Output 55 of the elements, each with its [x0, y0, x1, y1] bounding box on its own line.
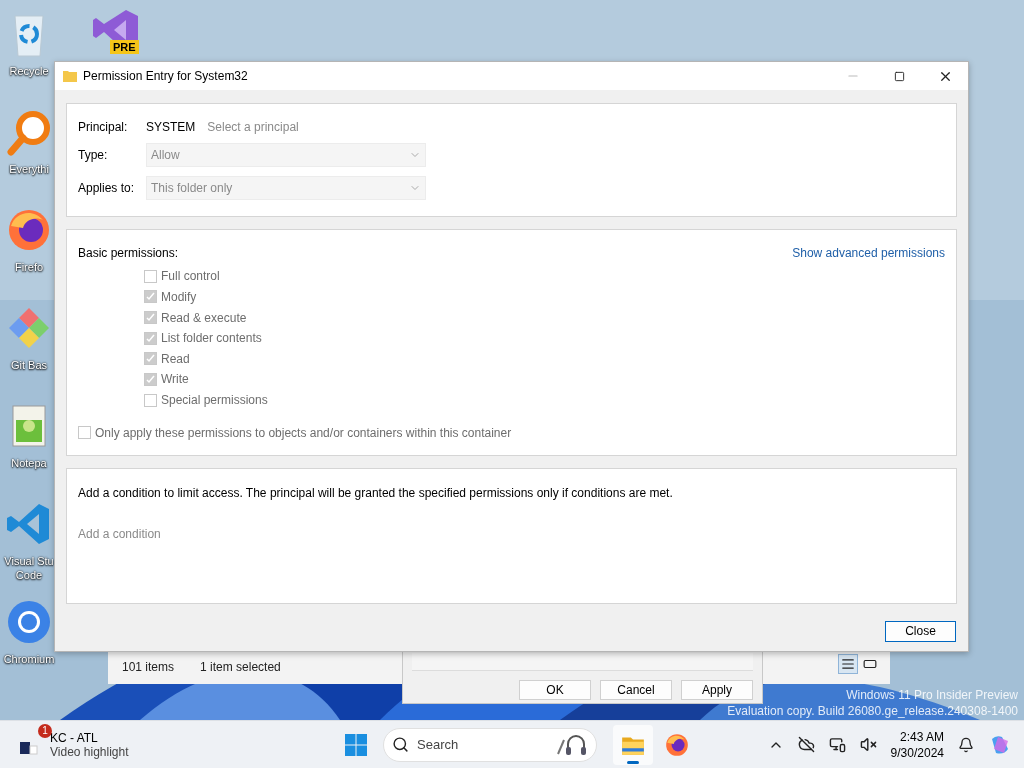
principal-value: SYSTEM [146, 120, 196, 135]
field-label: Principal: [78, 120, 129, 135]
advanced-permissions-link[interactable]: Show advanced permissions [792, 246, 945, 260]
details-view-button[interactable] [838, 654, 858, 674]
notification-badge: 1 [38, 723, 52, 738]
field-label: Type: [78, 148, 109, 163]
preview-badge: PRE [110, 40, 139, 54]
dialog-button[interactable]: Apply [681, 680, 753, 700]
desktop-icon-label: Firefo [14, 260, 44, 274]
dialog-button[interactable]: Cancel [600, 680, 672, 700]
search-icon [392, 736, 409, 753]
permission-label: Read [161, 351, 190, 366]
desktop-icon-label: Everythi [9, 162, 49, 176]
permission-label: List folder contents [161, 331, 262, 346]
cloud-off-icon[interactable] [797, 736, 815, 753]
permission-label: Modify [161, 289, 197, 304]
field-label: Applies to: [78, 180, 136, 195]
maximize-icon [893, 70, 905, 82]
text-field[interactable] [412, 653, 753, 671]
permission-label: Read & execute [161, 310, 247, 325]
firefox-icon[interactable] [664, 731, 690, 758]
bell-icon[interactable] [958, 736, 974, 753]
desktop-icon-label: Chromium [3, 652, 55, 666]
running-indicator [627, 760, 639, 764]
folder-icon [63, 70, 77, 82]
clock-time[interactable]: 2:43 AM [899, 728, 944, 745]
dialog-button[interactable]: OK [519, 680, 591, 700]
evaluation-notice: Windows 11 Pro Insider Preview [846, 687, 1018, 703]
section-label: Basic permissions: [78, 246, 179, 260]
start-icon[interactable] [344, 732, 368, 757]
desktop-icon-label: Visual Stu Code [4, 554, 54, 582]
item-count: 101 items [122, 660, 175, 674]
desktop-icon-label: Git Bas [10, 358, 48, 372]
chromium-icon[interactable] [5, 598, 53, 646]
muted-speaker-icon[interactable] [859, 736, 877, 753]
rectangle-icon [863, 657, 877, 671]
condition-description: Add a condition to limit access. The principal will be granted the specified permissions only if conditions are met. [78, 486, 674, 500]
window-title: Permission Entry for System32 [83, 69, 249, 83]
widget-subtitle[interactable]: Video highlight [50, 744, 129, 759]
close-dialog-button[interactable]: Close [885, 620, 956, 642]
search-field[interactable]: Search [383, 727, 597, 762]
selection-count: 1 item selected [200, 660, 281, 674]
widget-title[interactable]: KC - ATL [50, 730, 129, 745]
desktop-icon-label: Notepa [11, 456, 47, 470]
list-icon [841, 657, 855, 671]
desktop-icon-label: Recycle [9, 64, 49, 78]
network-icon[interactable] [828, 736, 846, 753]
permission-label: Write [161, 372, 189, 387]
checkbox-label: Only apply these permissions to objects and/or containers within this container [95, 425, 512, 440]
permission-label: Full control [161, 269, 220, 284]
clock-date[interactable]: 9/30/2024 [890, 744, 944, 761]
select-principal-link[interactable]: Select a principal [207, 120, 299, 135]
permission-label: Special permissions [161, 393, 268, 408]
add-condition-link[interactable]: Add a condition [78, 527, 161, 541]
magnifier-icon[interactable] [5, 108, 53, 156]
